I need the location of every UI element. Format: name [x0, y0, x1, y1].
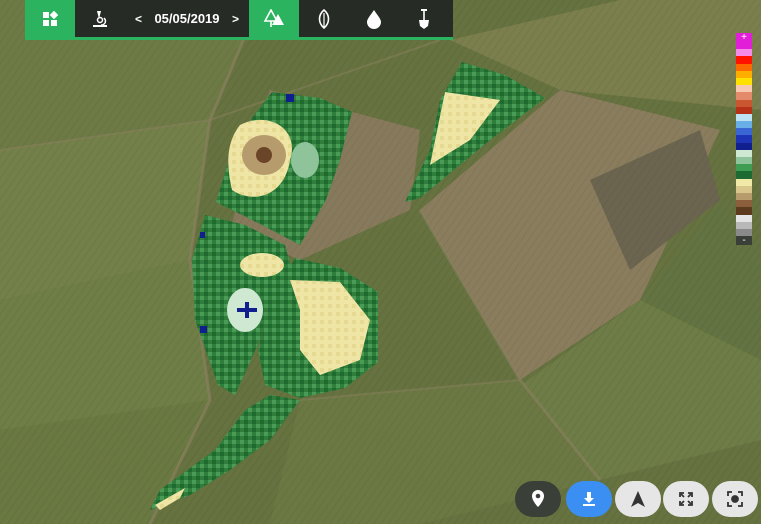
legend-swatch	[736, 149, 752, 157]
focus-target-icon	[727, 491, 743, 507]
top-toolbar: < 05/05/2019 >	[25, 0, 453, 40]
previous-date-button[interactable]: <	[131, 12, 146, 26]
legend-swatch	[736, 99, 752, 107]
satellite-map[interactable]	[0, 0, 761, 524]
legend-swatch	[736, 77, 752, 86]
marker-square	[286, 94, 294, 102]
index-color-legend: + -	[736, 33, 752, 246]
legend-swatch	[736, 178, 752, 186]
soil-button[interactable]	[399, 0, 449, 37]
legend-swatch	[736, 200, 752, 208]
legend-swatch	[736, 185, 752, 193]
legend-swatch	[736, 135, 752, 143]
date-navigator: < 05/05/2019 >	[125, 0, 249, 37]
legend-max-label: +	[736, 33, 752, 43]
vegetation-button[interactable]	[249, 0, 299, 37]
legend-swatch	[736, 42, 752, 50]
navigate-button[interactable]	[615, 481, 661, 517]
water-drop-icon	[367, 9, 381, 29]
legend-swatch	[736, 85, 752, 93]
water-button[interactable]	[349, 0, 399, 37]
focus-button[interactable]	[712, 481, 758, 517]
legend-swatch	[736, 214, 752, 222]
legend-swatch	[736, 63, 752, 71]
dashboard-icon	[43, 10, 59, 26]
location-pin-icon	[532, 490, 544, 507]
legend-swatch	[736, 56, 752, 64]
legend-min-label: -	[736, 236, 752, 246]
next-date-button[interactable]: >	[228, 12, 243, 26]
leaf-button[interactable]	[299, 0, 349, 37]
legend-swatch	[736, 157, 752, 165]
microscope-icon	[93, 10, 107, 27]
soil-shovel-icon	[419, 8, 429, 29]
legend-swatch	[736, 221, 752, 229]
legend-swatch	[736, 192, 752, 201]
fullscreen-button[interactable]	[663, 481, 709, 517]
legend-swatch	[736, 142, 752, 150]
leaf-icon	[318, 8, 330, 29]
microscope-button[interactable]	[75, 0, 125, 37]
legend-swatch	[736, 49, 752, 57]
legend-swatch	[736, 113, 752, 122]
fullscreen-icon	[679, 492, 693, 506]
legend-swatch	[736, 92, 752, 100]
location-button[interactable]	[515, 481, 561, 517]
legend-swatch	[736, 207, 752, 215]
legend-swatch	[736, 128, 752, 136]
legend-swatch	[736, 164, 752, 172]
legend-swatch	[736, 121, 752, 129]
legend-swatch	[736, 171, 752, 179]
download-icon	[583, 492, 595, 506]
legend-swatch	[736, 106, 752, 114]
legend-swatch	[736, 70, 752, 78]
dashboard-button[interactable]	[25, 0, 75, 37]
current-date[interactable]: 05/05/2019	[154, 11, 219, 26]
navigation-arrow-icon	[631, 491, 645, 507]
trees-icon	[263, 8, 284, 27]
download-button[interactable]	[566, 481, 612, 517]
